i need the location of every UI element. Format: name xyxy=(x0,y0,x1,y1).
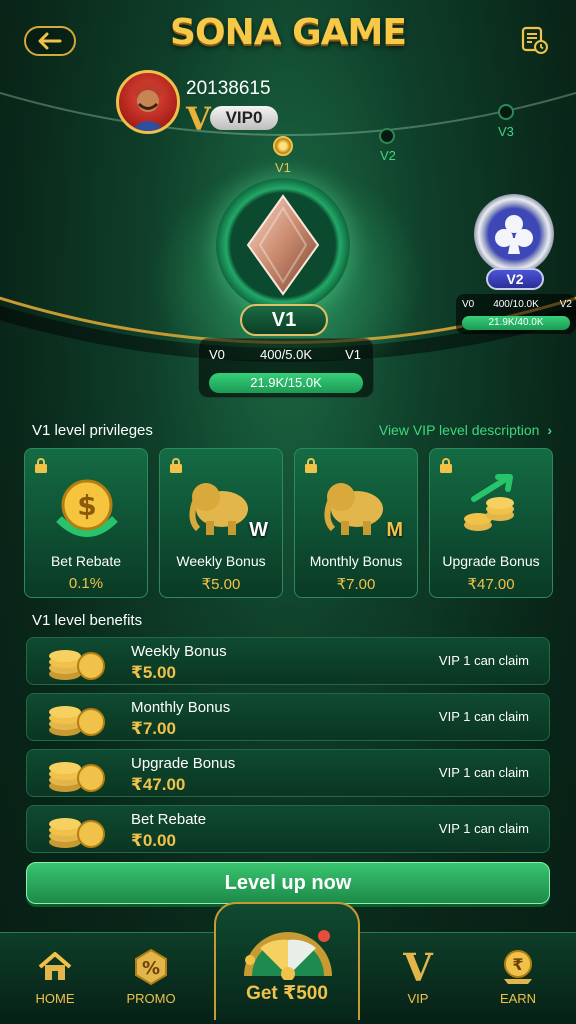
gold-coins-icon xyxy=(49,762,105,792)
next-level-progress: V0 400/10.0K V2 21.9K/40.0K xyxy=(456,294,576,334)
benefit-claim-status: VIP 1 can claim xyxy=(438,653,529,668)
benefit-row-bet-rebate[interactable]: Bet Rebate ₹0.00 VIP 1 can claim xyxy=(26,805,550,853)
svg-text:$: $ xyxy=(77,489,96,522)
privilege-value: 0.1% xyxy=(68,575,104,592)
progress-bar: 21.9K/15.0K xyxy=(209,373,363,393)
progress-to-level: V1 xyxy=(345,347,361,362)
next-progress-bar: 21.9K/40.0K xyxy=(462,316,570,330)
lucky-wheel-icon xyxy=(244,930,332,980)
current-level-tag: V1 xyxy=(240,304,328,336)
privileges-title: V1 level privileges xyxy=(32,422,153,439)
dollar-coin-icon: $ xyxy=(56,479,118,537)
vip-v-icon: V xyxy=(402,947,434,987)
vip-level-badge: VIP0 xyxy=(210,106,278,130)
privilege-name: Weekly Bonus xyxy=(176,553,266,569)
next-level-tag: V2 xyxy=(486,268,544,290)
benefit-claim-status: VIP 1 can claim xyxy=(438,765,529,780)
v2-emblem[interactable] xyxy=(474,194,554,274)
page-title: SONA GAME xyxy=(170,12,407,53)
vip-page: SONA GAME V1 V2 V3 20138615 V VIP0 xyxy=(0,0,576,1024)
benefit-name: Weekly Bonus xyxy=(131,643,227,660)
benefit-amount: ₹5.00 xyxy=(131,663,176,682)
benefit-row-upgrade-bonus[interactable]: Upgrade Bonus ₹47.00 VIP 1 can claim xyxy=(26,749,550,797)
benefit-name: Monthly Bonus xyxy=(131,699,231,716)
nav-home-label: HOME xyxy=(35,991,75,1006)
privilege-value: ₹47.00 xyxy=(467,576,515,593)
lucky-wheel-button[interactable]: Get ₹500 xyxy=(214,902,360,1020)
promo-percent-glyph: % xyxy=(142,958,160,979)
lock-icon xyxy=(170,458,182,473)
rupee-glyph: ₹ xyxy=(512,955,523,974)
benefit-claim-status: VIP 1 can claim xyxy=(438,709,529,724)
nav-earn-label: EARN xyxy=(499,991,537,1006)
privilege-name: Monthly Bonus xyxy=(309,553,403,569)
benefit-amount: ₹7.00 xyxy=(131,719,176,738)
level-dot-v1[interactable] xyxy=(273,136,293,156)
privilege-card-upgrade-bonus[interactable]: Upgrade Bonus ₹47.00 xyxy=(429,448,553,598)
privilege-card-weekly-bonus[interactable]: W Weekly Bonus ₹5.00 xyxy=(159,448,283,598)
lock-icon xyxy=(440,458,452,473)
privilege-name: Upgrade Bonus xyxy=(442,553,540,569)
level-dot-v3[interactable] xyxy=(498,104,514,120)
next-progress-to: V2 xyxy=(559,299,572,310)
vip-badge-icon: V xyxy=(186,100,211,138)
lock-icon xyxy=(35,458,47,473)
level-label-v3: V3 xyxy=(498,124,514,139)
lucky-wheel-label: Get ₹500 xyxy=(246,983,328,1004)
benefit-name: Upgrade Bonus xyxy=(131,755,236,772)
nav-promo[interactable]: % PROMO xyxy=(111,947,191,1006)
monthly-badge: M xyxy=(386,519,403,541)
gold-coins-icon xyxy=(49,818,105,848)
nav-vip-label: VIP xyxy=(407,991,429,1006)
v1-emblem xyxy=(216,178,350,312)
elephant-icon xyxy=(324,483,383,535)
privilege-name: Bet Rebate xyxy=(50,553,122,569)
gold-coins-icon xyxy=(49,650,105,680)
benefits-title: V1 level benefits xyxy=(32,612,143,629)
user-id: 20138615 xyxy=(186,78,271,99)
lock-icon xyxy=(305,458,317,473)
chevron-right-icon: › xyxy=(547,422,552,438)
benefit-claim-status: VIP 1 can claim xyxy=(438,821,529,836)
level-dot-v2[interactable] xyxy=(379,128,395,144)
avatar-portrait-icon xyxy=(131,82,165,131)
nav-promo-label: PROMO xyxy=(126,991,176,1006)
gold-coins-icon xyxy=(49,706,105,736)
rupee-coin-icon: ₹ xyxy=(504,950,532,984)
document-clock-icon xyxy=(521,26,548,54)
current-level-progress: V0 400/5.0K V1 21.9K/15.0K xyxy=(198,338,374,398)
privilege-value: ₹7.00 xyxy=(336,576,376,593)
diamond-icon xyxy=(246,194,320,296)
privilege-card-monthly-bonus[interactable]: M Monthly Bonus ₹7.00 xyxy=(294,448,418,598)
benefit-row-weekly-bonus[interactable]: Weekly Bonus ₹5.00 VIP 1 can claim xyxy=(26,637,550,685)
benefit-amount: ₹47.00 xyxy=(131,775,186,794)
avatar[interactable] xyxy=(116,70,180,134)
benefit-amount: ₹0.00 xyxy=(131,831,176,850)
history-button[interactable] xyxy=(518,24,550,56)
nav-vip[interactable]: V VIP xyxy=(378,947,458,1006)
weekly-badge: W xyxy=(249,519,268,541)
nav-home[interactable]: HOME xyxy=(15,947,95,1006)
view-link-label: View VIP level description xyxy=(378,422,540,438)
home-icon xyxy=(38,952,72,980)
next-progress-exp-text: 400/10.0K xyxy=(493,299,539,310)
vip-v-glyph: V xyxy=(402,947,434,987)
benefit-row-monthly-bonus[interactable]: Monthly Bonus ₹7.00 VIP 1 can claim xyxy=(26,693,550,741)
benefit-name: Bet Rebate xyxy=(131,811,207,828)
privilege-value: ₹5.00 xyxy=(201,576,241,593)
level-up-button[interactable]: Level up now xyxy=(26,862,550,904)
promo-percent-icon: % xyxy=(135,948,167,986)
coin-stack-arrow-icon xyxy=(464,474,514,531)
privilege-card-bet-rebate[interactable]: $ Bet Rebate 0.1% xyxy=(24,448,148,598)
nav-earn[interactable]: ₹ EARN xyxy=(478,947,558,1006)
club-icon xyxy=(495,215,533,254)
view-vip-description-link[interactable]: View VIP level description › xyxy=(379,422,552,438)
